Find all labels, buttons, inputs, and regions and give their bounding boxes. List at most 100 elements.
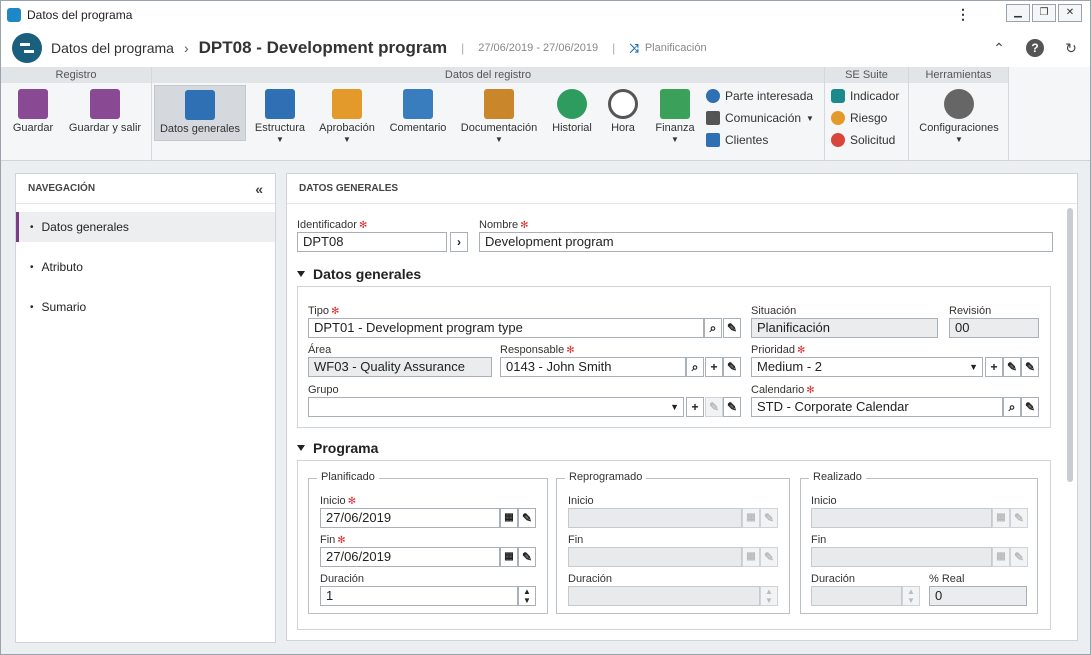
save-button[interactable]: Guardar xyxy=(7,85,59,134)
calendar-icon[interactable]: ▦ xyxy=(500,508,518,528)
responsible-input[interactable]: 0143 - John Smith xyxy=(500,357,686,377)
app-window: Datos del programa ⋮ ▁ ❐ ✕ Datos del pro… xyxy=(0,0,1091,655)
risk-button[interactable]: Riesgo xyxy=(831,111,887,125)
restore-icon[interactable]: ❐ xyxy=(1032,4,1056,22)
stepper-icon[interactable]: ▲ ▼ xyxy=(518,586,536,606)
group-select[interactable]: ▼ xyxy=(308,397,684,417)
general-data-button[interactable]: Datos generales xyxy=(154,85,246,141)
ribbon-group-registro: Registro Guardar Guardar y salir xyxy=(1,67,152,161)
clear-brush-icon[interactable]: ✎ xyxy=(518,508,536,528)
clipboard-check-icon xyxy=(332,89,362,119)
refresh-icon[interactable]: ↻ xyxy=(1062,39,1080,57)
nav-item-attribute[interactable]: Atributo xyxy=(16,252,275,282)
area-label: Área xyxy=(308,344,332,356)
documentation-button[interactable]: Documentación ▼ xyxy=(458,85,540,144)
approval-button[interactable]: Aprobación ▼ xyxy=(316,85,378,144)
type-input[interactable]: DPT01 - Development program type xyxy=(308,318,704,338)
identifier-input[interactable]: DPT08 xyxy=(297,232,447,252)
shuffle-icon: ⤨ xyxy=(629,40,639,55)
breadcrumb[interactable]: Datos del programa xyxy=(51,40,174,56)
history-button[interactable]: Historial xyxy=(548,85,596,134)
ribbon-group-datos: Datos del registro Datos generales Estru… xyxy=(152,67,825,161)
structure-button[interactable]: Estructura ▼ xyxy=(252,85,308,144)
ribbon-group-label: Datos del registro xyxy=(152,67,824,83)
planned-end-input[interactable]: 27/06/2019 xyxy=(320,547,500,567)
approval-label: Aprobación xyxy=(319,122,375,134)
save-label: Guardar xyxy=(12,122,54,134)
calendar-input[interactable]: STD - Corporate Calendar xyxy=(751,397,1003,417)
clear-brush-icon[interactable]: ✎ xyxy=(723,357,741,377)
minimize-icon[interactable]: ▁ xyxy=(1006,4,1030,22)
add-icon[interactable]: + xyxy=(705,357,723,377)
search-icon[interactable]: ⌕ xyxy=(704,318,722,338)
structure-tree-icon xyxy=(265,89,295,119)
name-input[interactable]: Development program xyxy=(479,232,1053,252)
edit-icon[interactable]: ✎ xyxy=(1003,357,1021,377)
people-icon xyxy=(706,89,720,103)
search-icon[interactable]: ⌕ xyxy=(686,357,704,377)
priority-label: Prioridad ✻ xyxy=(751,344,806,356)
navigation-title: NAVEGACIÓN xyxy=(28,183,96,194)
actual-percent-label: % Real xyxy=(929,573,965,585)
header-actions: ⌃ ? ↻ xyxy=(990,39,1080,57)
actual-start-label: Inicio xyxy=(811,495,837,507)
ribbon-group-label: Registro xyxy=(1,67,151,83)
request-button[interactable]: Solicitud xyxy=(831,133,895,147)
section-program[interactable]: Programa xyxy=(297,440,378,456)
required-icon: ✻ xyxy=(331,306,340,317)
stakeholder-button[interactable]: Parte interesada xyxy=(706,89,813,103)
nav-item-summary[interactable]: Sumario xyxy=(16,292,275,322)
chevron-down-icon: ▼ xyxy=(276,135,284,144)
clear-brush-icon[interactable]: ✎ xyxy=(723,397,741,417)
help-icon[interactable]: ? xyxy=(1026,39,1044,57)
close-icon[interactable]: ✕ xyxy=(1058,4,1082,22)
clear-brush-icon[interactable]: ✎ xyxy=(723,318,741,338)
required-icon: ✻ xyxy=(520,220,529,231)
hour-button[interactable]: Hora xyxy=(602,85,644,134)
actual-end-input xyxy=(811,547,992,567)
collapse-icon[interactable]: ⌃ xyxy=(990,39,1008,57)
program-box: Planificado Inicio ✻ 27/06/2019 ▦ ✎ Fin ✻ … xyxy=(297,460,1051,630)
add-icon[interactable]: + xyxy=(985,357,1003,377)
page-header: Datos del programa › DPT08 - Development… xyxy=(1,29,1090,67)
save-and-exit-label: Guardar y salir xyxy=(68,122,142,134)
search-icon[interactable]: ⌕ xyxy=(1003,397,1021,417)
responsible-label: Responsable ✻ xyxy=(500,344,575,356)
clear-brush-icon[interactable]: ✎ xyxy=(1021,397,1039,417)
planned-fieldset: Planificado Inicio ✻ 27/06/2019 ▦ ✎ Fin ✻ … xyxy=(308,471,548,614)
general-data-box: Tipo ✻ DPT01 - Development program type ⌕… xyxy=(297,286,1051,428)
finance-button[interactable]: Finanza ▼ xyxy=(650,85,700,144)
window-title: Datos del programa xyxy=(27,8,133,22)
date-range: 27/06/2019 - 27/06/2019 xyxy=(478,42,599,54)
scrollbar[interactable] xyxy=(1067,208,1073,482)
clients-button[interactable]: Clientes xyxy=(706,133,768,147)
save-and-exit-button[interactable]: Guardar y salir xyxy=(65,85,145,134)
clear-brush-icon[interactable]: ✎ xyxy=(518,547,536,567)
comment-button[interactable]: Comentario xyxy=(386,85,450,134)
type-label: Tipo ✻ xyxy=(308,305,340,317)
rescheduled-end-label: Fin xyxy=(568,534,584,546)
required-icon: ✻ xyxy=(806,385,815,396)
clear-brush-icon[interactable]: ✎ xyxy=(1021,357,1039,377)
ribbon-group-herramientas: Herramientas Configuraciones ▼ xyxy=(909,67,1009,161)
section-general-data[interactable]: Datos generales xyxy=(297,266,421,282)
general-data-label: Datos generales xyxy=(159,123,241,135)
ribbon-group-suite: SE Suite Indicador Riesgo Solicitud xyxy=(825,67,909,161)
indicator-button[interactable]: Indicador xyxy=(831,89,899,103)
add-icon[interactable]: + xyxy=(686,397,704,417)
actual-title: Realizado xyxy=(809,471,866,483)
planned-start-input[interactable]: 27/06/2019 xyxy=(320,508,500,528)
planned-duration-input[interactable]: 1 xyxy=(320,586,518,606)
next-arrow-button[interactable]: › xyxy=(450,232,468,252)
risk-icon xyxy=(831,111,845,125)
settings-button[interactable]: Configuraciones ▼ xyxy=(915,85,1003,144)
actual-fieldset: Realizado Inicio ▦ ✎ Fin ▦ ✎ Duración ▲ ▼… xyxy=(800,471,1038,614)
communication-button[interactable]: Comunicación ▼ xyxy=(706,111,814,125)
collapse-panel-icon[interactable]: « xyxy=(255,181,263,197)
nav-item-general-data[interactable]: Datos generales xyxy=(16,212,275,242)
more-options-icon[interactable]: ⋮ xyxy=(956,7,970,21)
priority-select[interactable]: Medium - 2 ▼ xyxy=(751,357,983,377)
clear-brush-icon: ✎ xyxy=(760,547,778,567)
calendar-icon[interactable]: ▦ xyxy=(500,547,518,567)
app-logo-icon xyxy=(12,33,42,63)
